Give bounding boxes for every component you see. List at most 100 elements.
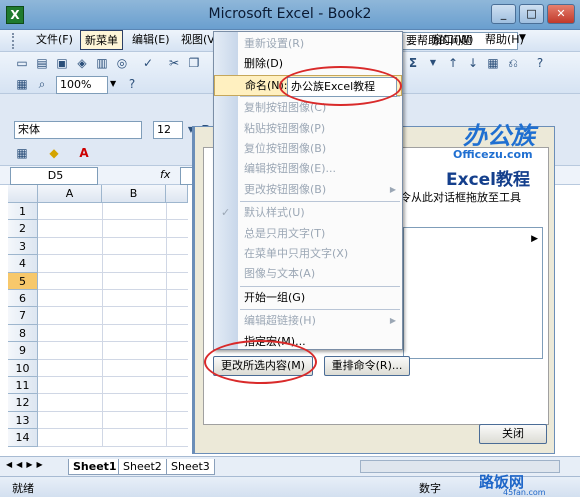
menu-file[interactable]: 文件(F) <box>32 30 77 50</box>
grid-line <box>38 236 188 238</box>
grid-line <box>38 323 188 325</box>
grid-line <box>38 271 188 273</box>
chart-wizard-icon[interactable]: ▦ <box>485 55 501 71</box>
row-header[interactable]: 14 <box>8 429 38 447</box>
zoom-dropdown-icon[interactable]: ▼ <box>110 79 116 88</box>
menu-separator <box>240 285 400 287</box>
minimize-button[interactable]: _ <box>491 4 516 24</box>
menu-help[interactable]: 帮助(H) <box>481 30 528 50</box>
grid-line <box>38 289 188 290</box>
select-all-corner[interactable] <box>8 185 38 203</box>
column-header-a[interactable]: A <box>38 185 102 203</box>
permission-icon[interactable]: ◈ <box>74 55 90 71</box>
row-header[interactable]: 4 <box>8 255 38 273</box>
print-preview-icon[interactable]: ◎ <box>114 55 130 71</box>
table-icon[interactable]: ▦ <box>14 76 30 92</box>
list-submenu-arrow-icon: ▶ <box>531 234 538 244</box>
context-menu-item: 重新设置(R) <box>214 34 402 55</box>
grid-line <box>38 445 188 447</box>
worksheet-grid[interactable]: A B 1 2 3 4 5 6 7 8 9 10 11 12 13 14 <box>8 185 188 447</box>
context-menu-item-label: 粘贴按钮图像(P) <box>244 121 326 135</box>
grid-line <box>38 376 188 377</box>
menu-window[interactable]: 窗口(W) <box>428 30 477 50</box>
name-box[interactable]: D5 <box>10 167 98 185</box>
print-icon[interactable]: ▥ <box>94 55 110 71</box>
autosum-icon[interactable]: Σ <box>405 55 421 71</box>
sort-ascending-icon[interactable]: ↑ <box>445 55 461 71</box>
first-sheet-icon[interactable]: ◀ <box>6 460 16 469</box>
context-menu-item: 在菜单中只用文字(X) <box>214 244 402 265</box>
row-header[interactable]: 5 <box>8 272 38 290</box>
prev-sheet-icon[interactable]: ◀ <box>16 460 26 469</box>
save-icon[interactable]: ▣ <box>54 55 70 71</box>
font-size-box[interactable]: 12 <box>153 121 183 139</box>
research-icon[interactable]: ⌕ <box>34 76 50 92</box>
checkmark-icon: ✓ <box>221 206 231 220</box>
horizontal-scrollbar[interactable] <box>360 460 560 473</box>
zoom-box[interactable]: 100% <box>56 76 108 94</box>
row-header[interactable]: 6 <box>8 290 38 308</box>
row-header[interactable]: 12 <box>8 394 38 412</box>
row-header[interactable]: 10 <box>8 359 38 377</box>
next-sheet-icon[interactable]: ▶ <box>26 460 36 469</box>
maximize-button[interactable]: □ <box>519 4 544 24</box>
row-header[interactable]: 7 <box>8 307 38 325</box>
watermark-site: Officezu.com <box>453 148 533 161</box>
sheet-nav-icons[interactable]: ◀◀▶▶ <box>6 460 47 469</box>
font-name-box[interactable]: 宋体 <box>14 121 142 139</box>
context-menu-item-label: 开始一组(G) <box>244 290 306 304</box>
last-sheet-icon[interactable]: ▶ <box>36 460 46 469</box>
row-header[interactable]: 2 <box>8 220 38 238</box>
context-menu-item[interactable]: 开始一组(G) <box>214 288 402 309</box>
submenu-arrow-icon: ▶ <box>389 184 396 194</box>
grid-line <box>38 219 188 221</box>
corner-watermark-url: 45fan.com <box>503 488 546 497</box>
context-menu-item-label: 在菜单中只用文字(X) <box>244 247 349 260</box>
row-header[interactable]: 11 <box>8 377 38 395</box>
help-icon[interactable]: ? <box>532 55 548 71</box>
sheet-tab-3[interactable]: Sheet3 <box>166 459 215 475</box>
row-header[interactable]: 1 <box>8 203 38 221</box>
dialog-hint-text: 令从此对话框拖放至工具 <box>400 191 521 204</box>
grid-line <box>38 254 188 256</box>
rearrange-commands-button[interactable]: 重排命令(R)... <box>324 356 410 376</box>
fx-icon[interactable]: fx <box>160 168 170 181</box>
column-header-c[interactable] <box>166 185 188 203</box>
context-menu-item: 编辑按钮图像(E)... <box>214 159 402 180</box>
sort-descending-icon[interactable]: ↓ <box>465 55 481 71</box>
commands-list[interactable]: ▶ <box>403 227 543 359</box>
context-menu-item-label: 编辑超链接(H) <box>244 314 316 328</box>
context-menu-item: 更改按钮图像(B) ▶ <box>214 180 402 201</box>
font-color-icon[interactable]: A <box>76 145 92 161</box>
toolbar-grip[interactable] <box>12 33 16 49</box>
row-header[interactable]: 13 <box>8 411 38 430</box>
copy-icon[interactable]: ❐ <box>186 55 202 71</box>
drawing-icon[interactable]: ⎌ <box>505 55 521 71</box>
column-header-b[interactable]: B <box>102 185 166 203</box>
context-menu-item: 粘贴按钮图像(P) <box>214 119 402 140</box>
row-header[interactable]: 3 <box>8 237 38 256</box>
grid-line <box>38 428 188 430</box>
context-menu-item-label: 重新设置(R) <box>244 37 305 50</box>
sheet-tab-2[interactable]: Sheet2 <box>118 459 167 475</box>
sheet-tab-1[interactable]: Sheet1 <box>68 459 122 475</box>
cut-icon[interactable]: ✂ <box>166 55 182 71</box>
fill-color-icon[interactable]: ◆ <box>46 145 62 161</box>
menu-edit[interactable]: 编辑(E) <box>128 30 174 50</box>
spelling-icon[interactable]: ✓ <box>140 55 156 71</box>
watermark-brand: 办公族 <box>463 122 535 150</box>
row-header[interactable]: 9 <box>8 342 38 360</box>
submenu-arrow-icon: ▶ <box>389 316 396 326</box>
borders-icon[interactable]: ▦ <box>14 145 30 161</box>
autosum-dropdown-icon[interactable]: ▼ <box>425 55 441 71</box>
grid-line <box>38 306 188 308</box>
menu-new-menu[interactable]: 新菜单 <box>80 30 123 50</box>
close-dialog-button[interactable]: 关闭 <box>479 424 547 444</box>
help-icon-2[interactable]: ? <box>124 76 140 92</box>
context-menu-item-label: 复位按钮图像(B) <box>244 142 327 155</box>
new-file-icon[interactable]: ▭ <box>14 55 30 71</box>
row-header[interactable]: 8 <box>8 324 38 343</box>
open-file-icon[interactable]: ▤ <box>34 55 50 71</box>
close-window-button[interactable]: ✕ <box>547 4 575 24</box>
context-menu-item-label: 默认样式(U) <box>244 206 305 220</box>
